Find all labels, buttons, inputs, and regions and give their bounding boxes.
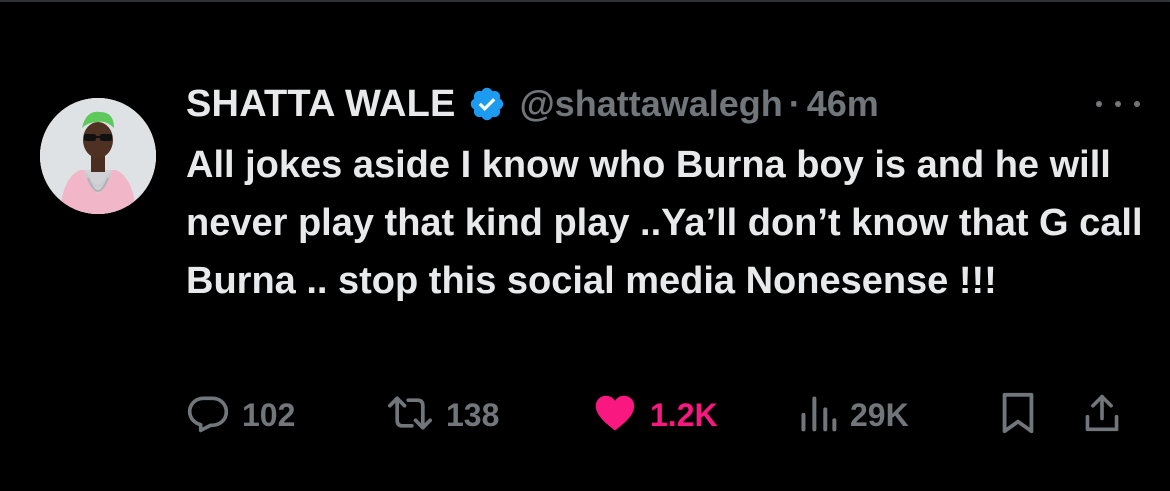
ellipsis-icon (1096, 101, 1102, 107)
bookmark-icon (998, 390, 1038, 441)
heart-icon (592, 391, 638, 440)
share-icon (1082, 391, 1122, 440)
tweet[interactable]: SHATTA WALE @shattawalegh · 46m All joke… (0, 0, 1170, 491)
share-button[interactable] (1082, 390, 1122, 440)
author-handle[interactable]: @shattawalegh (520, 83, 783, 125)
separator-dot: · (788, 83, 801, 124)
retweet-count: 138 (446, 396, 500, 433)
tweet-actions: 102 138 1.2K 29K (186, 390, 1146, 440)
like-button[interactable]: 1.2K (592, 390, 718, 440)
reply-icon (186, 391, 230, 440)
more-options-button[interactable] (1096, 92, 1140, 116)
views-icon (798, 391, 838, 440)
ellipsis-icon (1115, 101, 1121, 107)
tweet-text: All jokes aside I know who Burna boy is … (186, 144, 1143, 302)
display-name[interactable]: SHATTA WALE (186, 83, 456, 126)
ellipsis-icon (1134, 101, 1140, 107)
avatar[interactable] (40, 98, 156, 214)
verified-badge-icon (468, 85, 506, 123)
views-button[interactable]: 29K (798, 390, 909, 440)
bookmark-button[interactable] (998, 390, 1038, 440)
reply-count: 102 (242, 396, 296, 433)
views-count: 29K (850, 396, 909, 433)
tweet-header: SHATTA WALE @shattawalegh · 46m (186, 78, 879, 130)
reply-button[interactable]: 102 (186, 390, 295, 440)
timestamp[interactable]: 46m (807, 83, 879, 125)
retweet-button[interactable]: 138 (386, 390, 499, 440)
retweet-icon (386, 391, 434, 440)
like-count: 1.2K (650, 396, 718, 433)
